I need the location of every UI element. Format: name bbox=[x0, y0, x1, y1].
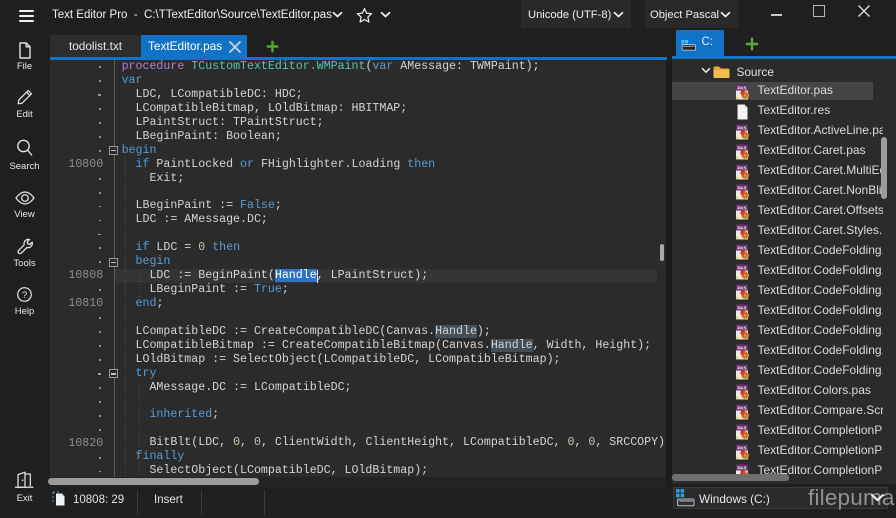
svg-text:?: ? bbox=[22, 290, 27, 301]
